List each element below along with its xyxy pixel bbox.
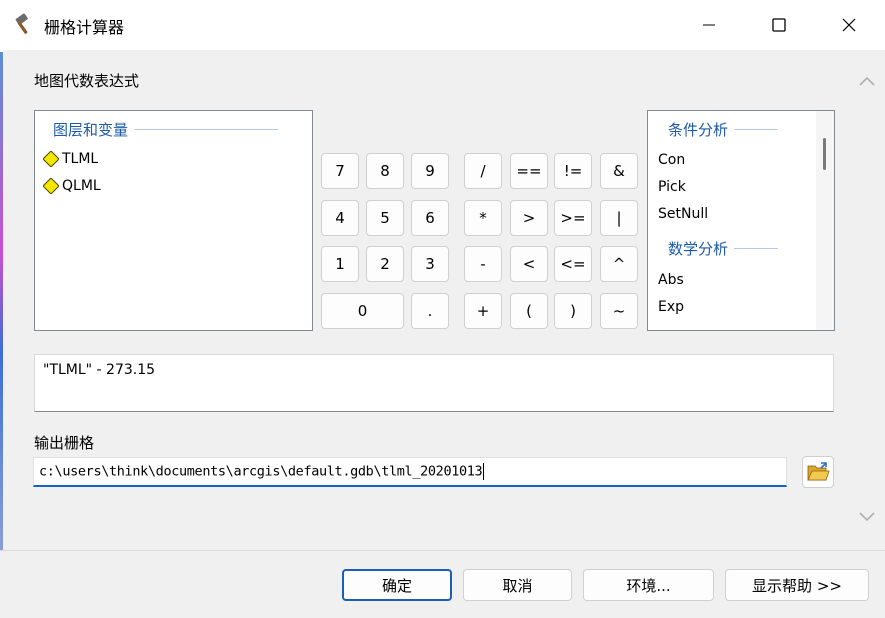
key-and[interactable]: & (600, 153, 638, 189)
key-1[interactable]: 1 (321, 246, 359, 282)
key-7[interactable]: 7 (321, 153, 359, 189)
ok-button[interactable]: 确定 (342, 569, 452, 601)
output-raster-field[interactable]: c:\users\think\documents\arcgis\default.… (33, 457, 787, 487)
key-less-equal[interactable]: <= (554, 246, 592, 282)
maximize-button[interactable] (744, 0, 814, 50)
key-not-equal[interactable]: != (554, 153, 592, 189)
key-open-paren[interactable]: ( (510, 293, 548, 329)
key-8[interactable]: 8 (366, 153, 404, 189)
close-button[interactable] (814, 0, 884, 50)
expression-section-label: 地图代数表达式 (34, 72, 140, 90)
scrollbar-thumb[interactable] (823, 138, 826, 170)
key-3[interactable]: 3 (411, 246, 449, 282)
list-item[interactable]: Con (658, 152, 685, 168)
output-raster-path: c:\users\think\documents\arcgis\default.… (39, 463, 485, 480)
minimize-button[interactable] (674, 0, 744, 50)
layers-group-title: 图层和变量 (53, 121, 129, 139)
functions-group-header: 条件分析 (668, 119, 779, 140)
output-raster-label: 输出栅格 (34, 434, 95, 452)
key-0[interactable]: 0 (321, 293, 404, 329)
text-caret (483, 463, 485, 480)
title-bar: 栅格计算器 (0, 0, 885, 50)
layers-group-header: 图层和变量 (53, 119, 279, 140)
key-not[interactable]: ~ (600, 293, 638, 329)
key-close-paren[interactable]: ) (554, 293, 592, 329)
functions-group-header: 数学分析 (668, 238, 779, 259)
dialog-scrollbar[interactable] (851, 50, 885, 550)
close-icon (842, 18, 856, 32)
key-less[interactable]: < (510, 246, 548, 282)
key-multiply[interactable]: * (464, 200, 502, 236)
key-decimal[interactable]: . (411, 293, 449, 329)
environments-button[interactable]: 环境... (583, 569, 714, 601)
key-2[interactable]: 2 (366, 246, 404, 282)
functions-scrollbar[interactable] (816, 111, 834, 330)
list-item[interactable]: Exp (658, 299, 684, 315)
layers-list[interactable]: 图层和变量 TLML QLML (34, 110, 313, 331)
expression-input[interactable]: "TLML" - 273.15 (34, 354, 834, 412)
window-title: 栅格计算器 (44, 18, 125, 37)
key-greater[interactable]: > (510, 200, 548, 236)
key-6[interactable]: 6 (411, 200, 449, 236)
list-item[interactable]: TLML (43, 147, 98, 171)
scroll-up-icon[interactable] (858, 74, 876, 88)
key-5[interactable]: 5 (366, 200, 404, 236)
key-equal[interactable]: == (510, 153, 548, 189)
cancel-button[interactable]: 取消 (463, 569, 572, 601)
expression-text: "TLML" - 273.15 (43, 362, 156, 378)
layer-name: TLML (62, 151, 99, 167)
layer-name: QLML (62, 178, 101, 194)
key-divide[interactable]: / (464, 153, 502, 189)
open-folder-icon (807, 462, 830, 481)
raster-layer-diamond-icon (43, 151, 59, 167)
minimize-icon (703, 24, 715, 26)
functions-list[interactable]: 条件分析 Con Pick SetNull 数学分析 Abs Exp (647, 110, 835, 331)
key-xor[interactable]: ^ (600, 246, 638, 282)
functions-group-title: 条件分析 (668, 121, 729, 139)
list-item[interactable]: Abs (658, 272, 684, 288)
list-item[interactable]: Pick (658, 179, 686, 195)
show-help-button[interactable]: 显示帮助 >> (725, 569, 869, 601)
list-item[interactable]: QLML (43, 174, 101, 198)
key-or[interactable]: | (600, 200, 638, 236)
functions-group-title: 数学分析 (668, 240, 729, 258)
key-greater-equal[interactable]: >= (554, 200, 592, 236)
key-plus[interactable]: + (464, 293, 502, 329)
key-minus[interactable]: - (464, 246, 502, 282)
raster-layer-diamond-icon (43, 178, 59, 194)
hammer-icon (15, 13, 28, 34)
browse-button[interactable] (802, 456, 834, 488)
list-item[interactable]: SetNull (658, 206, 708, 222)
scroll-down-icon[interactable] (858, 510, 876, 524)
key-4[interactable]: 4 (321, 200, 359, 236)
key-9[interactable]: 9 (411, 153, 449, 189)
maximize-icon (772, 18, 786, 32)
